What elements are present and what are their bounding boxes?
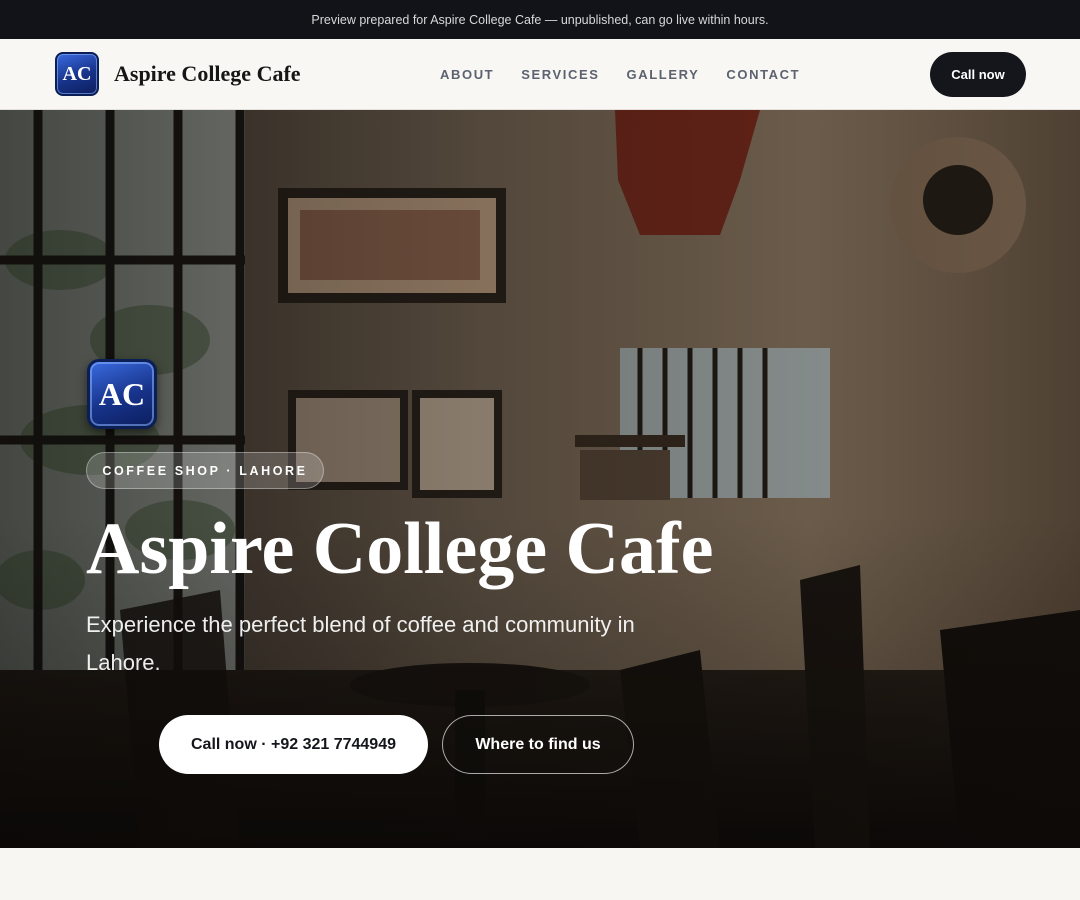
nav-link-services[interactable]: SERVICES (521, 67, 599, 82)
brand-name: Aspire College Cafe (114, 61, 301, 86)
next-section (0, 848, 1080, 900)
category-badge-text: COFFEE SHOP · LAHORE (102, 463, 308, 478)
call-phone-button[interactable]: Call now · +92 321 7744949 (159, 715, 428, 774)
brand-logo: AC (55, 52, 99, 96)
find-us-button[interactable]: Where to find us (442, 715, 634, 774)
preview-banner-text: Preview prepared for Aspire College Cafe… (311, 12, 769, 27)
category-badge: COFFEE SHOP · LAHORE (86, 452, 324, 489)
hero-section: AC COFFEE SHOP · LAHORE Aspire College C… (0, 110, 1080, 848)
nav-link-gallery[interactable]: GALLERY (627, 67, 700, 82)
hero-logo-initials: AC (98, 375, 146, 412)
nav-link-about[interactable]: ABOUT (440, 67, 494, 82)
call-now-button[interactable]: Call now (930, 52, 1026, 97)
brand[interactable]: AC Aspire College Cafe (55, 52, 301, 96)
nav-links: ABOUT SERVICES GALLERY CONTACT (440, 39, 827, 109)
brand-logo-initials: AC (62, 62, 92, 85)
hero-subtitle: Experience the perfect blend of coffee a… (86, 612, 635, 675)
top-navbar: AC Aspire College Cafe ABOUT SERVICES GA… (0, 39, 1080, 110)
preview-banner: Preview prepared for Aspire College Cafe… (0, 0, 1080, 39)
hero-title: Aspire College Cafe (86, 508, 714, 590)
nav-link-contact[interactable]: CONTACT (726, 67, 800, 82)
hero-logo: AC (87, 359, 157, 429)
